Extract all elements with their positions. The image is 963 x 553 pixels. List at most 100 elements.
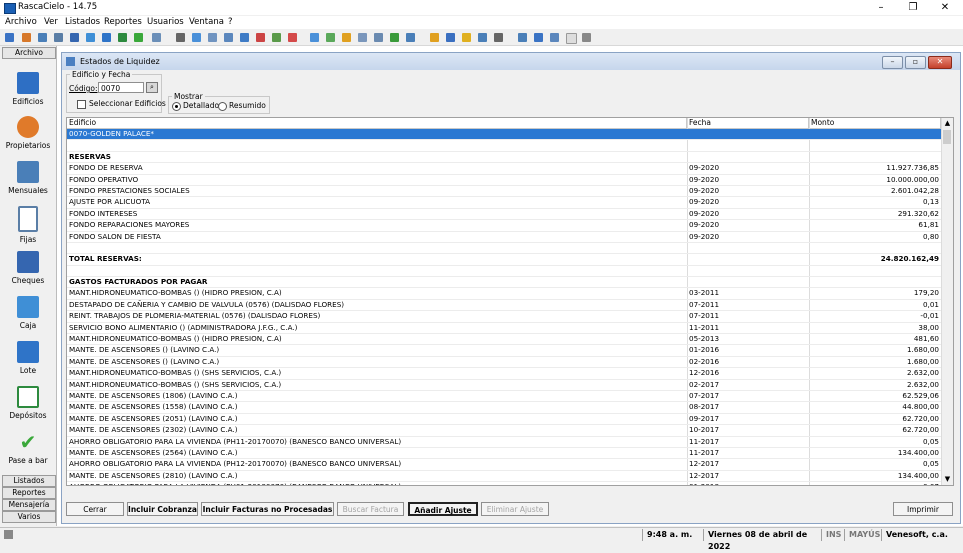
menu-usuarios[interactable]: Usuarios bbox=[147, 17, 184, 27]
toolbar-building-icon[interactable] bbox=[5, 33, 14, 42]
scroll-down-icon[interactable]: ▼ bbox=[942, 474, 953, 484]
toolbar-pencil-icon[interactable] bbox=[70, 33, 79, 42]
table-row[interactable]: MANTE. DE ASCENSORES (2051) (LAVINO C.A.… bbox=[67, 414, 941, 426]
table-row[interactable]: AJUSTE POR ALICUOTA 09-2020 0,13 bbox=[67, 197, 941, 209]
sidebar-tab-mensajeria[interactable]: Mensajería bbox=[2, 499, 56, 511]
close-button[interactable]: ✕ bbox=[930, 0, 960, 15]
scroll-up-icon[interactable]: ▲ bbox=[942, 118, 953, 128]
window-minimize-button[interactable]: – bbox=[882, 56, 903, 69]
toolbar-bank-icon[interactable] bbox=[272, 33, 281, 42]
eliminar-ajuste-button[interactable]: Eliminar Ajuste bbox=[481, 502, 549, 516]
incluir-facturas-button[interactable]: Incluir Facturas no Procesadas bbox=[201, 502, 334, 516]
toolbar-list-icon[interactable] bbox=[192, 33, 201, 42]
table-row[interactable]: MANTE. DE ASCENSORES (2810) (LAVINO C.A.… bbox=[67, 471, 941, 483]
anadir-ajuste-button[interactable]: Añadir Ajuste bbox=[408, 502, 478, 516]
sidebar-item-fijas[interactable]: Fijas bbox=[0, 206, 56, 244]
menu-ver[interactable]: Ver bbox=[44, 17, 58, 27]
column-header-fecha[interactable]: Fecha bbox=[687, 118, 809, 128]
toolbar-report-icon[interactable] bbox=[152, 33, 161, 42]
toolbar-folder-icon[interactable] bbox=[342, 33, 351, 42]
vertical-scrollbar[interactable]: ▲ ▼ bbox=[941, 118, 953, 485]
sidebar-tab-reportes[interactable]: Reportes bbox=[2, 487, 56, 499]
toolbar-chart-icon[interactable] bbox=[208, 33, 217, 42]
toolbar-blank-icon[interactable] bbox=[566, 33, 577, 44]
table-row[interactable]: FONDO INTERESES 09-2020 291.320,62 bbox=[67, 209, 941, 221]
toolbar-table-icon[interactable] bbox=[224, 33, 233, 42]
window-close-button[interactable]: ✕ bbox=[928, 56, 952, 69]
toolbar-window-icon[interactable] bbox=[358, 33, 367, 42]
table-row[interactable]: SERVICIO BONO ALIMENTARIO () (ADMINISTRA… bbox=[67, 323, 941, 335]
table-row[interactable]: TOTAL RESERVAS: 24.820.162,49 bbox=[67, 254, 941, 266]
cerrar-button[interactable]: Cerrar bbox=[66, 502, 124, 516]
toolbar-sheet-icon[interactable] bbox=[518, 33, 527, 42]
sidebar-item-lote[interactable]: Lote bbox=[0, 341, 56, 375]
toolbar-money-icon[interactable] bbox=[390, 33, 399, 42]
toolbar-checkbox-icon[interactable] bbox=[118, 33, 127, 42]
toolbar-print-icon[interactable] bbox=[406, 33, 415, 42]
sidebar-tab-listados[interactable]: Listados bbox=[2, 475, 56, 487]
toolbar-web-icon[interactable] bbox=[446, 33, 455, 42]
toolbar-calc-icon[interactable] bbox=[494, 33, 503, 42]
toolbar-check-icon[interactable] bbox=[134, 33, 143, 42]
maximize-button[interactable]: ❐ bbox=[898, 0, 928, 15]
table-row[interactable]: MANTE. DE ASCENSORES (2302) (LAVINO C.A.… bbox=[67, 425, 941, 437]
menu-listados[interactable]: Listados bbox=[65, 17, 100, 27]
sidebar-item-caja[interactable]: Caja bbox=[0, 296, 56, 330]
imprimir-button[interactable]: Imprimir bbox=[893, 502, 953, 516]
toolbar-grid-icon[interactable] bbox=[176, 33, 185, 42]
toolbar-mail-icon[interactable] bbox=[478, 33, 487, 42]
table-row[interactable]: RESERVAS bbox=[67, 152, 941, 164]
column-header-edificio[interactable]: Edificio bbox=[67, 118, 687, 128]
toolbar-drive-icon[interactable] bbox=[582, 33, 591, 42]
toolbar-alert-icon[interactable] bbox=[288, 33, 297, 42]
table-row[interactable] bbox=[67, 266, 941, 278]
scroll-thumb[interactable] bbox=[943, 130, 951, 144]
radio-resumido[interactable] bbox=[218, 102, 227, 111]
toolbar-open-icon[interactable] bbox=[430, 33, 439, 42]
radio-detallado[interactable] bbox=[172, 102, 181, 111]
table-row[interactable]: FONDO SALON DE FIESTA 09-2020 0,80 bbox=[67, 232, 941, 243]
incluir-cobranza-button[interactable]: Incluir Cobranza bbox=[127, 502, 198, 516]
table-row[interactable]: MANT.HIDRONEUMATICO-BOMBAS () (HIDRO PRE… bbox=[67, 288, 941, 300]
sidebar-item-mensuales[interactable]: Mensuales bbox=[0, 161, 56, 195]
toolbar-edit-icon[interactable] bbox=[326, 33, 335, 42]
table-row[interactable]: GASTOS FACTURADOS POR PAGAR bbox=[67, 277, 941, 289]
table-row[interactable]: MANTE. DE ASCENSORES () (LAVINO C.A.) 01-… bbox=[67, 345, 941, 357]
minimize-button[interactable]: – bbox=[866, 0, 896, 15]
table-row[interactable] bbox=[67, 243, 941, 255]
liquidez-table[interactable]: Edificio Fecha Monto 0070-GOLDEN PALACE*… bbox=[66, 117, 954, 486]
codigo-input[interactable]: 0070 bbox=[98, 82, 144, 93]
sidebar-item-pase-a-bar[interactable]: ✔ Pase a bar bbox=[0, 431, 56, 465]
sidebar-tab-varios[interactable]: Varios bbox=[2, 511, 56, 523]
toolbar-people-icon[interactable] bbox=[22, 33, 31, 42]
toolbar-users-icon[interactable] bbox=[240, 33, 249, 42]
menu-help[interactable]: ? bbox=[228, 17, 233, 27]
sidebar-tab-archivo[interactable]: Archivo bbox=[2, 47, 56, 59]
sidebar-item-cheques[interactable]: Cheques bbox=[0, 251, 56, 285]
table-row[interactable]: AHORRO OBLIGATORIO PARA LA VIVIENDA (PH1… bbox=[67, 437, 941, 448]
window-restore-button[interactable]: ▫ bbox=[905, 56, 926, 69]
table-row[interactable]: MANT.HIDRONEUMATICO-BOMBAS () (HIDRO PRE… bbox=[67, 334, 941, 346]
table-row[interactable]: AHORRO OBLIGATORIO PARA LA VIVIENDA (PH0… bbox=[67, 482, 941, 485]
table-row[interactable]: MANTE. DE ASCENSORES () (LAVINO C.A.) 02-… bbox=[67, 357, 941, 369]
toolbar-info-icon[interactable] bbox=[310, 33, 319, 42]
seleccionar-edificios-checkbox[interactable] bbox=[77, 100, 86, 109]
table-row[interactable]: MANT.HIDRONEUMATICO-BOMBAS () (SHS SERVI… bbox=[67, 368, 941, 380]
lookup-icon[interactable]: ⌕ bbox=[146, 82, 158, 93]
table-row[interactable]: DESTAPADO DE CAÑERIA Y CAMBIO DE VALVULA… bbox=[67, 300, 941, 312]
toolbar-notes-icon[interactable] bbox=[550, 33, 559, 42]
toolbar-search-icon[interactable] bbox=[462, 33, 471, 42]
table-row[interactable]: MANTE. DE ASCENSORES (1558) (LAVINO C.A.… bbox=[67, 402, 941, 414]
sidebar-item-edificios[interactable]: Edificios bbox=[0, 72, 56, 106]
table-row[interactable]: FONDO OPERATIVO 09-2020 10.000.000,00 bbox=[67, 175, 941, 186]
table-row[interactable] bbox=[67, 140, 941, 152]
menu-ventana[interactable]: Ventana bbox=[189, 17, 224, 27]
toolbar-calculator-icon[interactable] bbox=[38, 33, 47, 42]
table-row[interactable]: FONDO REPARACIONES MAYORES 09-2020 61,81 bbox=[67, 220, 941, 232]
table-row[interactable]: AHORRO OBLIGATORIO PARA LA VIVIENDA (PH1… bbox=[67, 459, 941, 471]
table-row[interactable]: MANTE. DE ASCENSORES (2564) (LAVINO C.A.… bbox=[67, 448, 941, 460]
toolbar-doc-icon[interactable] bbox=[534, 33, 543, 42]
sidebar-item-propietarios[interactable]: Propietarios bbox=[0, 116, 56, 150]
table-row[interactable]: FONDO DE RESERVA 09-2020 11.927.736,85 bbox=[67, 163, 941, 175]
table-row[interactable]: MANT.HIDRONEUMATICO-BOMBAS () (SHS SERVI… bbox=[67, 380, 941, 391]
